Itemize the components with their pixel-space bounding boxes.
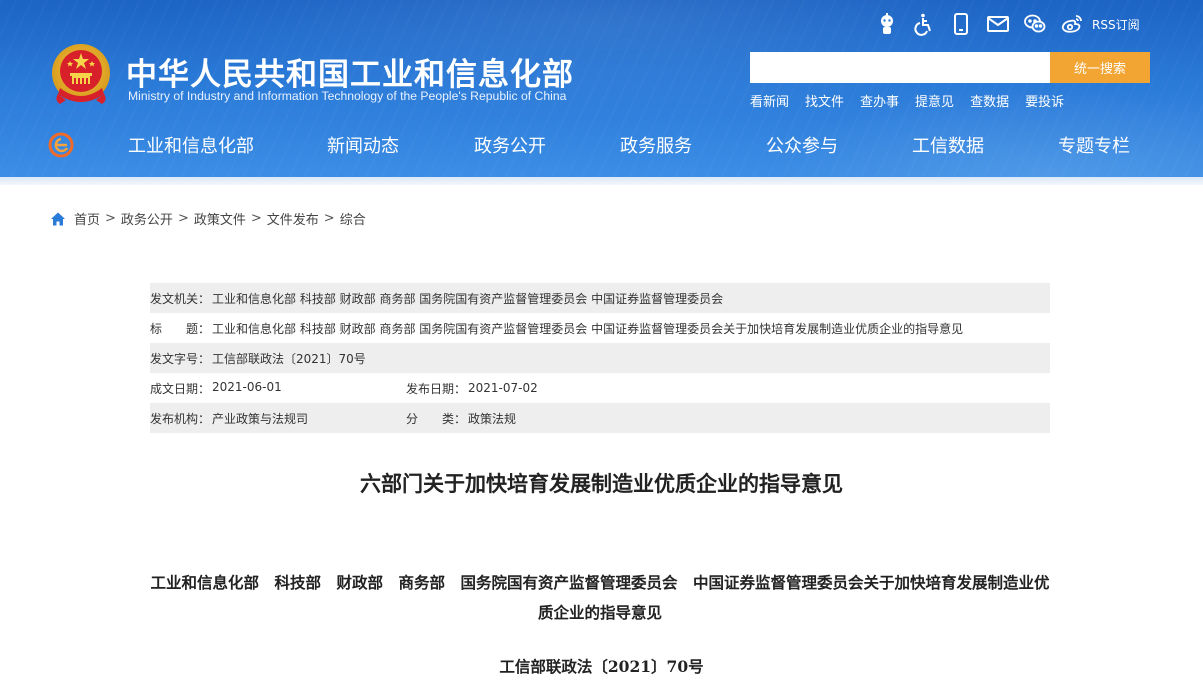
meta-row-dates: 成文日期： 2021-06-01 发布日期： 2021-07-02 [150,373,1050,403]
meta-row-doc-number: 发文字号： 工信部联政法〔2021〕70号 [150,343,1050,373]
meta-label: 标 题： [150,321,211,336]
wechat-icon[interactable] [1022,11,1048,37]
national-emblem-icon[interactable] [50,42,112,108]
meta-issuer-value: 工业和信息化部 科技部 财政部 商务部 国务院国有资产监督管理委员会 中国证券监… [212,291,724,306]
nav-item-topics[interactable]: 专题专栏 [1058,132,1130,158]
breadcrumb-policy-files[interactable]: 政策文件 [194,209,246,228]
miit-logo-icon[interactable] [48,132,74,158]
site-subtitle: Ministry of Industry and Information Tec… [128,89,567,103]
quick-link-data[interactable]: 查数据 [970,91,1009,110]
header-divider [0,177,1203,185]
meta-row-issuer: 发文机关： 工业和信息化部 科技部 财政部 商务部 国务院国有资产监督管理委员会… [150,283,1050,313]
meta-label: 分 类： [406,411,467,426]
quick-links: 看新闻 找文件 查办事 提意见 查数据 要投诉 [750,91,1080,110]
meta-row-org: 发布机构： 产业政策与法规司 分 类： 政策法规 [150,403,1050,433]
top-icon-bar: RSS订阅 [874,10,1140,38]
breadcrumb-separator: > [323,211,335,226]
mail-icon[interactable] [985,11,1011,37]
quick-link-complaint[interactable]: 要投诉 [1025,91,1064,110]
accessibility-icon[interactable] [911,11,937,37]
nav-item-ministry[interactable]: 工业和信息化部 [128,132,254,158]
breadcrumb-separator: > [177,211,189,226]
article-title: 六部门关于加快培育发展制造业优质企业的指导意见 [360,472,843,496]
meta-row-title: 标 题： 工业和信息化部 科技部 财政部 商务部 国务院国有资产监督管理委员会 … [150,313,1050,343]
breadcrumb-separator: > [250,211,262,226]
meta-org-value: 产业政策与法规司 [212,411,309,426]
breadcrumb-general[interactable]: 综合 [340,209,366,228]
meta-created-value: 2021-06-01 [212,379,282,394]
quick-link-services[interactable]: 查办事 [860,91,899,110]
site-title: 中华人民共和国工业和信息化部 [126,57,574,93]
meta-label: 发文字号： [150,351,211,366]
meta-category-value: 政策法规 [468,411,517,426]
site-header: 中华人民共和国工业和信息化部 Ministry of Industry and … [0,0,1203,185]
breadcrumb-gov-affairs[interactable]: 政务公开 [121,209,173,228]
nav-item-participation[interactable]: 公众参与 [766,132,838,158]
meta-doc-number-value: 工信部联政法〔2021〕70号 [212,351,366,366]
breadcrumb-home[interactable]: 首页 [74,209,100,228]
meta-label: 成文日期： [150,381,211,396]
weibo-icon[interactable] [1059,11,1085,37]
quick-link-files[interactable]: 找文件 [805,91,844,110]
nav-item-services[interactable]: 政务服务 [620,132,692,158]
breadcrumb-separator: > [105,211,116,226]
breadcrumb-file-release[interactable]: 文件发布 [267,209,319,228]
main-nav: 工业和信息化部 新闻动态 政务公开 政务服务 公众参与 工信数据 专题专栏 [0,124,1203,166]
nav-item-data[interactable]: 工信数据 [912,132,984,158]
document-number: 工信部联政法〔2021〕70号 [499,657,704,676]
nav-item-news[interactable]: 新闻动态 [327,132,399,158]
document-heading: 工业和信息化部 科技部 财政部 商务部 国务院国有资产监督管理委员会 中国证券监… [150,573,1050,622]
meta-label: 发文机关： [150,291,211,306]
search-input[interactable] [750,52,1050,83]
meta-title-value: 工业和信息化部 科技部 财政部 商务部 国务院国有资产监督管理委员会 中国证券监… [212,321,964,336]
meta-published-value: 2021-07-02 [468,381,538,395]
document-meta-table: 发文机关： 工业和信息化部 科技部 财政部 商务部 国务院国有资产监督管理委员会… [150,283,1050,433]
quick-link-feedback[interactable]: 提意见 [915,91,954,110]
breadcrumb: 首页 > 政务公开 > 政策文件 > 文件发布 > 综合 [50,209,366,228]
search-button[interactable]: 统一搜索 [1050,52,1150,83]
home-icon[interactable] [50,211,66,227]
meta-label: 发布日期： [406,381,467,396]
rss-link[interactable]: RSS订阅 [1092,16,1140,33]
quick-link-news[interactable]: 看新闻 [750,91,789,110]
nav-item-gov-affairs[interactable]: 政务公开 [474,132,546,158]
meta-label: 发布机构： [150,411,211,426]
robot-assistant-icon[interactable] [874,11,900,37]
mobile-icon[interactable] [948,11,974,37]
